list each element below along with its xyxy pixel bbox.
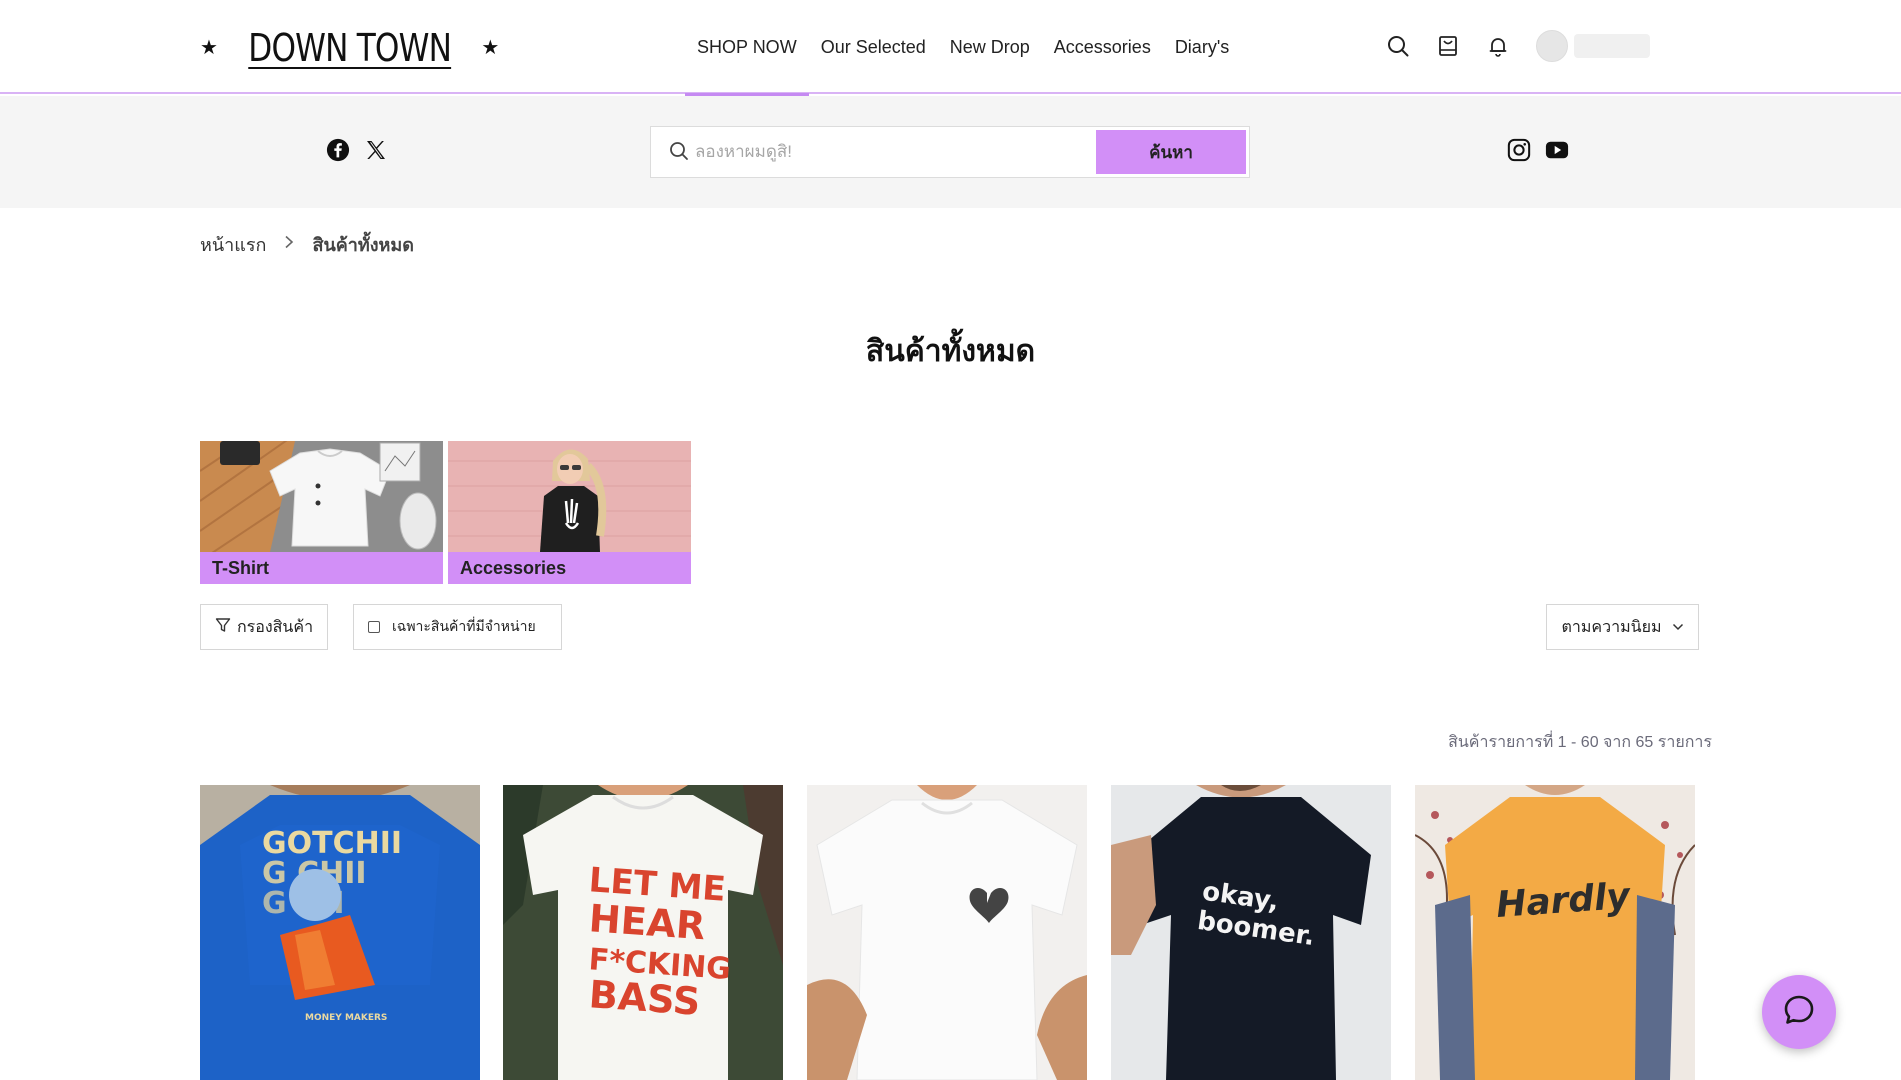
logo-star-left: ★ <box>200 37 218 59</box>
social-links-right <box>1507 138 1569 162</box>
chevron-down-icon <box>1672 618 1684 636</box>
chat-bubble-icon <box>1782 993 1816 1032</box>
product-image-yellow-hardly-tee: Hardly <box>1415 785 1695 1080</box>
user-name-placeholder[interactable] <box>1574 34 1650 58</box>
x-icon[interactable] <box>364 138 388 162</box>
nav-our-selected[interactable]: Our Selected <box>809 0 938 94</box>
header-actions <box>1386 30 1650 62</box>
search-band: ค้นหา <box>0 96 1901 208</box>
filter-button[interactable]: กรองสินค้า <box>200 604 328 650</box>
sort-label: ตามความนิยม <box>1561 618 1662 636</box>
breadcrumb-home[interactable]: หน้าแรก <box>200 230 266 259</box>
bell-icon[interactable] <box>1486 34 1510 58</box>
youtube-icon[interactable] <box>1545 138 1569 162</box>
in-stock-checkbox[interactable] <box>368 621 380 633</box>
category-image-tshirt <box>200 441 443 552</box>
in-stock-label: เฉพาะสินค้าที่มีจำหน่าย <box>392 618 536 634</box>
nav-new-drop[interactable]: New Drop <box>938 0 1042 94</box>
svg-text:MONEY MAKERS: MONEY MAKERS <box>305 1013 387 1023</box>
search-field-icon <box>669 141 689 166</box>
brand-logo[interactable]: ★ DOWN TOWN ★ <box>200 20 499 76</box>
user-avatar[interactable] <box>1536 30 1568 62</box>
filter-icon <box>215 617 231 638</box>
product-image-white-heart-tee <box>807 785 1087 1080</box>
search-bar: ค้นหา <box>650 126 1250 178</box>
cart-icon[interactable] <box>1436 34 1460 58</box>
in-stock-toggle[interactable]: เฉพาะสินค้าที่มีจำหน่าย <box>353 604 562 650</box>
nav-diarys[interactable]: Diary's <box>1163 0 1241 94</box>
search-button[interactable]: ค้นหา <box>1096 130 1246 174</box>
page-title: สินค้าทั้งหมด <box>865 335 1036 368</box>
category-label-accessories: Accessories <box>448 552 691 584</box>
social-links-left <box>326 138 388 162</box>
logo-text: DOWN TOWN <box>248 26 452 70</box>
product-card[interactable] <box>807 785 1087 1080</box>
product-card[interactable]: Hardly <box>1415 785 1695 1080</box>
instagram-icon[interactable] <box>1507 138 1531 162</box>
search-icon[interactable] <box>1386 34 1410 58</box>
search-input[interactable] <box>695 135 1085 169</box>
breadcrumb: หน้าแรก สินค้าทั้งหมด <box>200 230 414 259</box>
site-header: ★ DOWN TOWN ★ SHOP NOW Our Selected New … <box>0 0 1901 96</box>
category-card-accessories[interactable]: Accessories <box>448 441 691 584</box>
category-card-tshirt[interactable]: T-Shirt <box>200 441 443 584</box>
product-image-blue-gotchii-tee: GOTCHII G CHII G HII MONEY MAKERS <box>200 785 480 1080</box>
product-card[interactable]: okay, boomer. <box>1111 785 1391 1080</box>
product-image-black-okay-boomer-tee: okay, boomer. <box>1111 785 1391 1080</box>
chat-button[interactable] <box>1762 975 1836 1049</box>
result-count: สินค้ารายการที่ 1 - 60 จาก 65 รายการ <box>1448 734 1712 751</box>
product-card[interactable]: GOTCHII G CHII G HII MONEY MAKERS <box>200 785 480 1080</box>
category-label-tshirt: T-Shirt <box>200 552 443 584</box>
nav-shop-now[interactable]: SHOP NOW <box>685 0 809 96</box>
main-nav: SHOP NOW Our Selected New Drop Accessori… <box>685 0 1241 96</box>
sort-dropdown[interactable]: ตามความนิยม <box>1546 604 1699 650</box>
filter-label: กรองสินค้า <box>236 618 314 636</box>
svg-text:HEAR: HEAR <box>588 896 707 948</box>
chevron-right-icon <box>284 235 294 254</box>
logo-star-right: ★ <box>481 37 500 59</box>
product-image-white-bass-tee: LET ME HEAR F*CKING BASS <box>503 785 783 1080</box>
svg-text:BASS: BASS <box>588 972 702 1024</box>
category-image-accessories <box>448 441 691 552</box>
breadcrumb-current: สินค้าทั้งหมด <box>312 235 414 255</box>
product-card[interactable]: LET ME HEAR F*CKING BASS <box>503 785 783 1080</box>
nav-accessories[interactable]: Accessories <box>1042 0 1163 94</box>
facebook-icon[interactable] <box>326 138 350 162</box>
